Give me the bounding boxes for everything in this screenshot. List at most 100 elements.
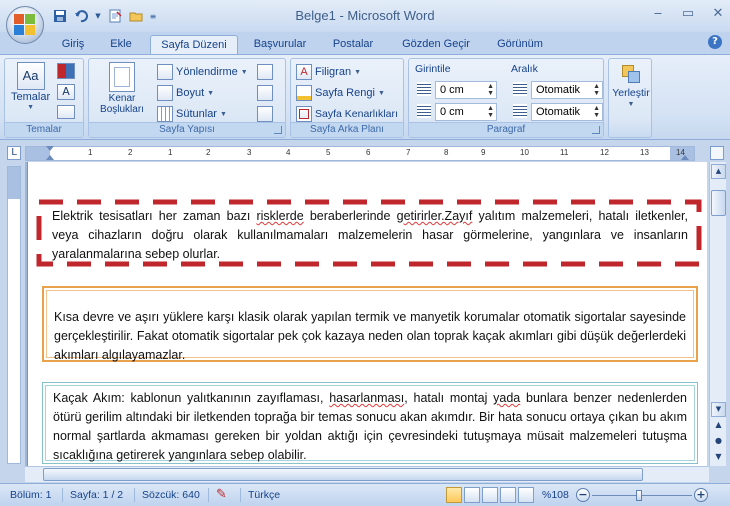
text-box-dashed[interactable]: Elektrik tesisatları her zaman bazı risk… bbox=[36, 199, 702, 267]
select-browse-object-icon[interactable]: ● bbox=[711, 434, 726, 449]
arrange-icon bbox=[620, 63, 642, 85]
scroll-down-icon[interactable]: ▼ bbox=[711, 402, 726, 417]
orientation-icon bbox=[157, 64, 173, 80]
status-bar: Bölüm: 1 Sayfa: 1 / 2 Sözcük: 640 ✎ Türk… bbox=[0, 483, 730, 506]
hyphenation-icon[interactable] bbox=[257, 106, 273, 122]
page-color-button[interactable]: Sayfa Rengi ▼ bbox=[296, 85, 385, 101]
page-indicator[interactable]: Sayfa: 1 / 2 bbox=[70, 489, 123, 501]
text-box-teal[interactable]: Kaçak Akım: kablonun yalıtkanının zayıfl… bbox=[42, 382, 698, 464]
tab-gozden-gecir[interactable]: Gözden Geçir bbox=[396, 35, 476, 55]
theme-colors-icon[interactable] bbox=[57, 63, 75, 79]
vertical-scrollbar[interactable]: ▲ ▼ ▲ ● ▼ bbox=[709, 162, 726, 466]
line-numbers-icon[interactable] bbox=[257, 85, 273, 101]
first-line-indent-marker[interactable] bbox=[46, 146, 54, 151]
tab-selector-button[interactable]: L bbox=[7, 146, 21, 160]
spacing-heading: Aralık bbox=[511, 63, 538, 75]
group-sayfa-yapisi: Kenar Boşlukları Yönlendirme ▼ Boyut ▼ Süt… bbox=[88, 58, 286, 138]
theme-effects-icon[interactable] bbox=[57, 105, 75, 119]
office-logo-icon bbox=[14, 14, 36, 36]
size-button[interactable]: Boyut ▼ bbox=[157, 85, 214, 101]
spin-arrows-icon[interactable]: ▲ ▼ bbox=[593, 105, 600, 119]
ribbon: Aa Temalar ▼ A Temalar Kenar Boşlukları … bbox=[0, 54, 730, 140]
indent-left-icon bbox=[417, 82, 431, 96]
tab-postalar[interactable]: Postalar bbox=[328, 35, 378, 55]
outline-view-icon[interactable] bbox=[500, 487, 516, 503]
page-setup-launcher-icon[interactable] bbox=[274, 126, 282, 134]
vertical-ruler[interactable] bbox=[7, 166, 21, 464]
word-count[interactable]: Sözcük: 640 bbox=[142, 489, 200, 501]
scroll-up-icon[interactable]: ▲ bbox=[711, 164, 726, 179]
paragraph-launcher-icon[interactable] bbox=[592, 126, 600, 134]
zoom-level[interactable]: %108 bbox=[542, 489, 569, 501]
group-paragraf: Girintile Aralık 0 cm ▲ ▼ 0 cm ▲ ▼ Otomati… bbox=[408, 58, 604, 138]
orientation-button[interactable]: Yönlendirme ▼ bbox=[157, 64, 248, 80]
themes-button[interactable]: Aa Temalar ▼ bbox=[11, 62, 50, 111]
group-label-sayfa-arka-plani: Sayfa Arka Planı bbox=[291, 122, 403, 137]
view-ruler-icon[interactable] bbox=[710, 146, 724, 160]
zoom-in-icon[interactable]: + bbox=[694, 488, 708, 502]
columns-icon bbox=[157, 106, 173, 122]
group-temalar: Aa Temalar ▼ A Temalar bbox=[4, 58, 84, 138]
tab-ekle[interactable]: Ekle bbox=[104, 35, 138, 55]
theme-fonts-icon[interactable]: A bbox=[57, 84, 75, 100]
language-indicator[interactable]: Türkçe bbox=[248, 489, 280, 501]
minimize-icon[interactable]: ‒ bbox=[650, 6, 666, 21]
indent-right-icon bbox=[417, 104, 431, 118]
spacing-after-icon bbox=[513, 104, 527, 118]
left-indent-marker[interactable] bbox=[46, 155, 54, 160]
page-color-icon bbox=[296, 85, 312, 101]
paragraph-2: Kısa devre ve aşırı yüklere karşı klasik… bbox=[54, 310, 686, 362]
margins-button[interactable]: Kenar Boşlukları bbox=[93, 62, 151, 115]
window-controls: ‒ ▭ ✕ bbox=[650, 6, 726, 21]
horizontal-scrollbar[interactable] bbox=[25, 466, 709, 482]
scroll-thumb[interactable] bbox=[711, 190, 726, 216]
full-screen-reading-view-icon[interactable] bbox=[464, 487, 480, 503]
horizontal-ruler[interactable]: 1 2 1 2 3 4 5 6 7 8 9 10 11 12 13 14 bbox=[25, 146, 695, 161]
group-yerlestir: Yerleştir ▼ bbox=[608, 58, 652, 138]
text-box-orange[interactable]: Kısa devre ve aşırı yüklere karşı klasik… bbox=[42, 286, 698, 362]
page-borders-button[interactable]: Sayfa Kenarlıkları bbox=[296, 106, 398, 122]
zoom-slider[interactable] bbox=[592, 495, 692, 496]
indent-left-input[interactable]: 0 cm ▲ ▼ bbox=[435, 81, 497, 99]
proofing-icon[interactable]: ✎ bbox=[216, 487, 232, 503]
tab-sayfa-duzeni[interactable]: Sayfa Düzeni bbox=[150, 35, 238, 55]
next-page-icon[interactable]: ▼ bbox=[711, 450, 726, 465]
themes-icon: Aa bbox=[16, 62, 45, 90]
columns-button[interactable]: Sütunlar ▼ bbox=[157, 106, 227, 122]
spin-arrows-icon[interactable]: ▲ ▼ bbox=[593, 83, 600, 97]
watermark-icon: A bbox=[296, 64, 312, 80]
size-icon bbox=[157, 85, 173, 101]
document-area: Elektrik tesisatları her zaman bazı risk… bbox=[25, 162, 707, 466]
tab-gorunum[interactable]: Görünüm bbox=[492, 35, 548, 55]
arrange-button[interactable]: Yerleştir ▼ bbox=[611, 63, 651, 108]
print-layout-view-icon[interactable] bbox=[446, 487, 462, 503]
ribbon-tabs: Giriş Ekle Sayfa Düzeni Başvurular Posta… bbox=[0, 32, 730, 55]
help-icon[interactable]: ? bbox=[708, 35, 722, 49]
tab-giris[interactable]: Giriş bbox=[52, 35, 94, 55]
horizontal-scroll-thumb[interactable] bbox=[43, 468, 643, 481]
spacing-after-input[interactable]: Otomatik ▲ ▼ bbox=[531, 103, 603, 121]
spacing-before-input[interactable]: Otomatik ▲ ▼ bbox=[531, 81, 603, 99]
document-page[interactable]: Elektrik tesisatları her zaman bazı risk… bbox=[27, 162, 707, 466]
indent-right-input[interactable]: 0 cm ▲ ▼ bbox=[435, 103, 497, 121]
spin-arrows-icon[interactable]: ▲ ▼ bbox=[487, 105, 494, 119]
group-sayfa-arka-plani: A Filigran ▼ Sayfa Rengi ▼ Sayfa Kenarlıkl… bbox=[290, 58, 404, 138]
close-icon[interactable]: ✕ bbox=[710, 6, 726, 21]
previous-page-icon[interactable]: ▲ bbox=[711, 418, 726, 433]
draft-view-icon[interactable] bbox=[518, 487, 534, 503]
section-indicator[interactable]: Bölüm: 1 bbox=[10, 489, 51, 501]
maximize-icon[interactable]: ▭ bbox=[680, 6, 696, 21]
right-indent-marker[interactable] bbox=[681, 155, 689, 160]
zoom-slider-thumb[interactable] bbox=[636, 490, 642, 501]
group-label-sayfa-yapisi: Sayfa Yapısı bbox=[89, 122, 285, 137]
indent-heading: Girintile bbox=[415, 63, 451, 75]
tab-basvurular[interactable]: Başvurular bbox=[248, 35, 312, 55]
breaks-icon[interactable] bbox=[257, 64, 273, 80]
group-label-temalar: Temalar bbox=[5, 122, 83, 137]
watermark-button[interactable]: A Filigran ▼ bbox=[296, 64, 361, 80]
spin-arrows-icon[interactable]: ▲ ▼ bbox=[487, 83, 494, 97]
web-layout-view-icon[interactable] bbox=[482, 487, 498, 503]
office-button[interactable] bbox=[6, 6, 44, 44]
page-borders-icon bbox=[296, 106, 312, 122]
zoom-out-icon[interactable]: − bbox=[576, 488, 590, 502]
